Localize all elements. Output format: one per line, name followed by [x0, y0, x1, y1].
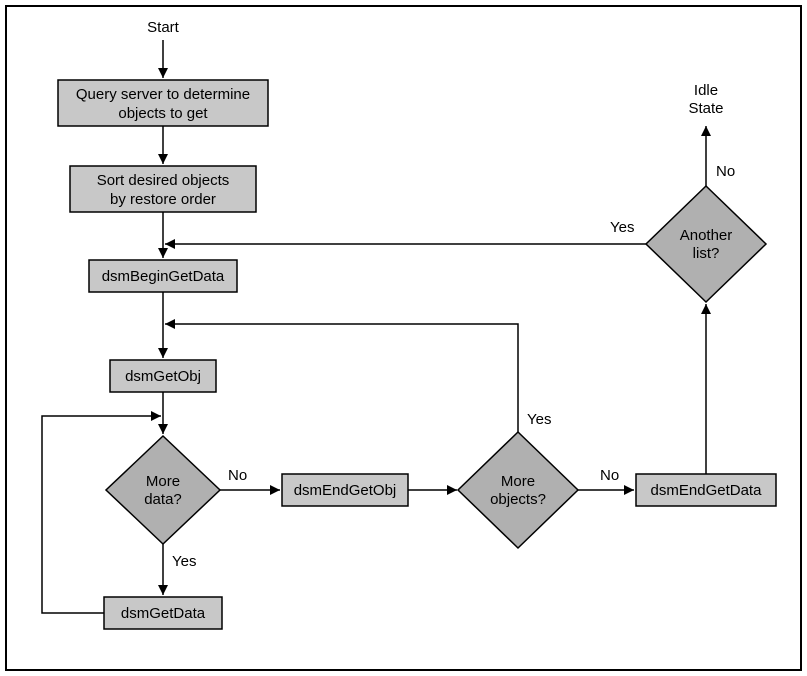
start-label: Start	[147, 19, 180, 36]
edge-anotherlist-yes-label: Yes	[610, 219, 634, 236]
node-more-objects-text1: More	[501, 473, 535, 490]
node-more-data	[106, 436, 220, 544]
edge-moredata-no-label: No	[228, 467, 247, 484]
edge-anotherlist-no-label: No	[716, 163, 735, 180]
node-query-server-text1: Query server to determine	[76, 86, 250, 103]
node-another-list	[646, 186, 766, 302]
node-more-objects	[458, 432, 578, 548]
idle-state-label2: State	[688, 100, 723, 117]
node-get-data-text: dsmGetData	[121, 605, 206, 622]
node-end-get-data-text: dsmEndGetData	[651, 482, 763, 499]
node-query-server-text2: objects to get	[118, 105, 208, 122]
node-sort-text2: by restore order	[110, 191, 216, 208]
edge-moreobjects-yes	[165, 324, 518, 432]
node-more-objects-text2: objects?	[490, 491, 546, 508]
node-another-list-text2: list?	[693, 245, 720, 262]
node-end-get-obj-text: dsmEndGetObj	[294, 482, 397, 499]
edge-moreobjects-yes-label: Yes	[527, 411, 551, 428]
edge-moreobjects-no-label: No	[600, 467, 619, 484]
flowchart-diagram: Start Query server to determine objects …	[0, 0, 807, 676]
idle-state-label1: Idle	[694, 82, 718, 99]
node-another-list-text1: Another	[680, 227, 733, 244]
node-sort-text1: Sort desired objects	[97, 172, 230, 189]
edge-moredata-yes-label: Yes	[172, 553, 196, 570]
node-get-obj-text: dsmGetObj	[125, 368, 201, 385]
node-more-data-text1: More	[146, 473, 180, 490]
node-more-data-text2: data?	[144, 491, 182, 508]
node-begin-get-data-text: dsmBeginGetData	[102, 268, 225, 285]
